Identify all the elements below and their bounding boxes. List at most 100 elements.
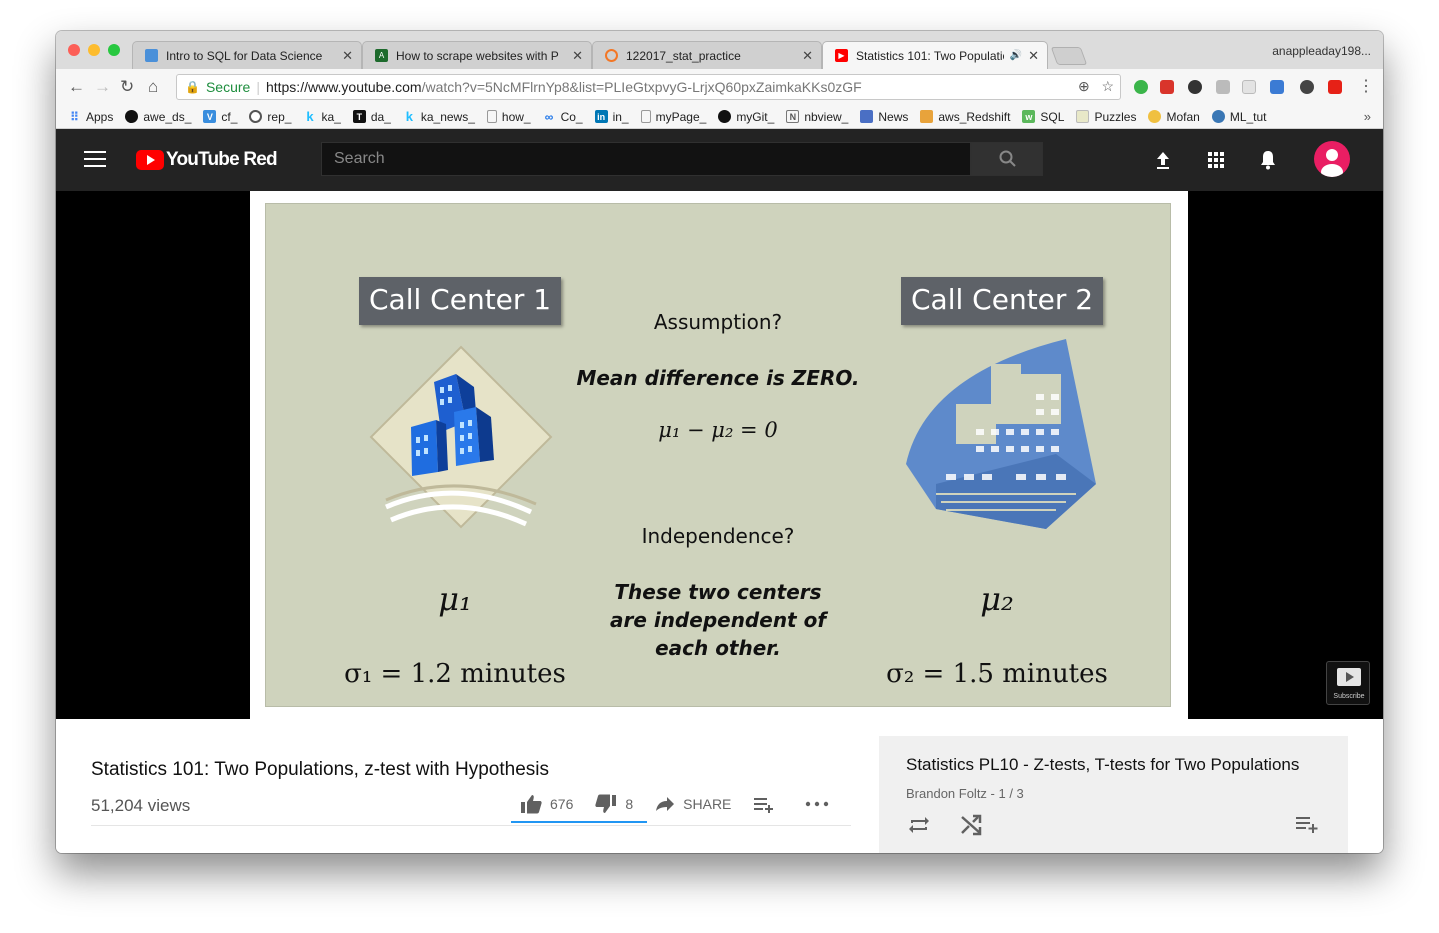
zoom-icon[interactable]: ⊕ [1078, 78, 1090, 94]
more-bookmarks-button[interactable]: » [1364, 109, 1371, 124]
video-player[interactable]: Call Center 1 Call Center 2 Assumption? … [56, 191, 1383, 719]
bookmark-label: in_ [612, 109, 629, 124]
avatar[interactable] [1314, 141, 1350, 177]
apps-grid-icon[interactable] [1204, 148, 1228, 172]
save-playlist-icon[interactable] [1295, 814, 1319, 834]
loop-icon[interactable] [907, 814, 931, 836]
page-icon [486, 110, 497, 123]
bookmark-item[interactable]: ∞ Co_ [543, 110, 583, 124]
search-button[interactable] [971, 142, 1043, 176]
bookmark-item[interactable]: myGit_ [718, 110, 774, 124]
call-center-1-label: Call Center 1 [359, 277, 562, 325]
independence-line-2: are independent of [609, 608, 827, 632]
share-icon [656, 797, 675, 811]
address-bar[interactable]: 🔒 Secure | https://www.youtube.com /watc… [176, 74, 1121, 100]
subscribe-play-icon [1337, 668, 1361, 686]
youtube-logo[interactable]: YouTube Red [136, 149, 278, 171]
dislike-button[interactable]: 8 [595, 794, 633, 814]
extension-icon[interactable] [1300, 80, 1314, 94]
bookmark-item[interactable]: ML_tut [1211, 109, 1267, 124]
bookmark-star-icon[interactable]: ☆ [1101, 78, 1114, 94]
bookmarks-bar: ⠿ Apps awe_ds_ Vcf_ rep_ k ka_ Tda_ k ka_ne… [56, 105, 1383, 129]
logo-text: YouTube Red [166, 149, 278, 170]
bookmark-item[interactable]: Vcf_ [203, 110, 237, 124]
bookmark-item[interactable]: Mofan [1148, 110, 1200, 124]
bookmark-item[interactable]: k ka_ [303, 109, 340, 124]
bookmark-item[interactable]: how_ [486, 110, 531, 124]
bookmark-item[interactable]: Tda_ [352, 110, 391, 124]
close-tab-icon[interactable]: ✕ [572, 48, 583, 64]
bookmark-item[interactable]: News [860, 110, 908, 124]
bookmark-item[interactable]: Puzzles [1076, 110, 1136, 124]
video-info: Statistics 101: Two Populations, z-test … [56, 719, 1383, 853]
shuffle-icon[interactable] [959, 814, 983, 836]
sigma-2-label: σ₂ = 1.5 minutes [886, 659, 1108, 689]
audio-icon[interactable]: 🔊 [1010, 50, 1022, 61]
slide: Call Center 1 Call Center 2 Assumption? … [265, 203, 1171, 707]
close-tab-icon[interactable]: ✕ [342, 48, 353, 64]
mu-2-label: μ₂ [980, 580, 1014, 618]
search-input[interactable]: Search [321, 142, 971, 176]
bookmark-item[interactable]: rep_ [249, 110, 291, 124]
home-icon[interactable]: ⌂ [148, 77, 158, 97]
bookmark-item[interactable]: awe_ds_ [125, 110, 191, 124]
upload-icon[interactable] [1151, 148, 1175, 172]
extension-icon[interactable] [1160, 80, 1174, 94]
tab-stat-practice[interactable]: 122017_stat_practice ✕ [592, 41, 822, 69]
extension-icon[interactable] [1328, 80, 1342, 94]
shield-icon [145, 49, 158, 62]
minimize-window-button[interactable] [88, 44, 100, 56]
bookmark-label: cf_ [221, 109, 238, 124]
like-button[interactable]: 676 [520, 794, 573, 814]
bookmark-label: ka_news_ [420, 109, 475, 124]
datacamp-icon: A [375, 49, 388, 62]
thumbs-down-icon [595, 794, 617, 813]
profile-name[interactable]: anappleaday198... [1272, 44, 1371, 58]
bookmark-item[interactable]: in in_ [594, 109, 629, 124]
back-icon[interactable]: ← [68, 77, 85, 97]
reload-icon[interactable]: ↻ [120, 77, 134, 97]
hamburger-menu-icon[interactable] [84, 151, 106, 169]
forward-icon[interactable]: → [94, 77, 111, 97]
extension-icon[interactable] [1242, 80, 1256, 94]
python-icon [1148, 110, 1162, 123]
folder-icon [1076, 110, 1090, 123]
bookmark-item[interactable]: w SQL [1022, 110, 1064, 124]
subscribe-watermark-button[interactable]: Subscribe [1326, 661, 1370, 705]
notifications-bell-icon[interactable] [1256, 148, 1280, 172]
playlist-panel: Statistics PL10 - Z-tests, T-tests for T… [879, 736, 1348, 853]
bookmark-item[interactable]: myPage_ [640, 109, 707, 124]
maximize-window-button[interactable] [108, 44, 120, 56]
close-tab-icon[interactable]: ✕ [1028, 48, 1039, 64]
apps-grid-icon: ⠿ [70, 109, 79, 124]
bookmark-item[interactable]: Nnbview_ [786, 110, 848, 124]
playlist-title[interactable]: Statistics PL10 - Z-tests, T-tests for T… [906, 755, 1299, 775]
like-ratio-bar [511, 821, 647, 823]
playlist-subtitle[interactable]: Brandon Foltz - 1 / 3 [906, 786, 1024, 801]
more-actions-button[interactable] [805, 801, 837, 807]
close-tab-icon[interactable]: ✕ [802, 48, 813, 64]
tab-scrape-websites[interactable]: A How to scrape websites with P ✕ [362, 41, 592, 69]
close-window-button[interactable] [68, 44, 80, 56]
building-2-illustration [906, 339, 1096, 529]
tab-statistics-101[interactable]: ▶ Statistics 101: Two Populatio 🔊 ✕ [822, 41, 1048, 69]
bookmark-item[interactable]: aws_Redshift [920, 110, 1010, 124]
share-button[interactable]: SHARE [655, 796, 731, 812]
extension-icon[interactable] [1188, 80, 1202, 94]
tab-intro-sql[interactable]: Intro to SQL for Data Science ✕ [132, 41, 362, 69]
extension-icon[interactable] [1270, 80, 1284, 94]
menu-icon[interactable]: ⋮ [1358, 76, 1374, 96]
bookmark-label: Co_ [560, 109, 583, 124]
bookmark-label: ML_tut [1229, 109, 1267, 124]
video-frame: Call Center 1 Call Center 2 Assumption? … [250, 191, 1188, 719]
add-to-playlist-button[interactable] [753, 795, 783, 813]
extension-icon[interactable] [1134, 80, 1148, 94]
bookmark-apps[interactable]: ⠿ Apps [68, 110, 113, 124]
new-tab-button[interactable] [1050, 47, 1088, 65]
youtube-play-icon [136, 150, 164, 170]
bookmark-item[interactable]: k ka_news_ [403, 109, 475, 124]
bookmark-label: myPage_ [655, 109, 707, 124]
python-icon [1211, 110, 1225, 123]
github-icon [125, 110, 139, 123]
extension-icon[interactable] [1216, 80, 1230, 94]
